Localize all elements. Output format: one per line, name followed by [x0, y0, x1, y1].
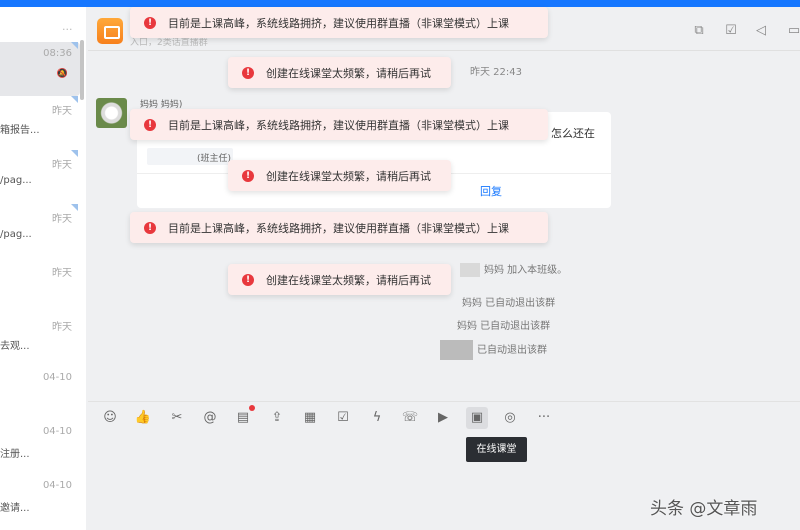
announcement-icon[interactable]: ◁	[753, 23, 769, 39]
error-toast: ! 创建在线课堂太频繁，请稍后再试	[228, 57, 451, 88]
system-message: 妈妈 加入本班级。	[460, 261, 567, 277]
item-time: 04-10	[42, 480, 72, 491]
toast-text: 目前是上课高峰，系统线路拥挤，建议使用群直播（非课堂模式）上课	[168, 16, 509, 30]
system-message: 妈妈 已自动退出该群	[457, 321, 551, 332]
error-icon: !	[242, 66, 254, 79]
error-icon: !	[242, 273, 254, 286]
toolbar-divider	[88, 401, 800, 402]
error-toast: ! 创建在线课堂太频繁，请稍后再试	[228, 160, 451, 191]
checkbox-icon[interactable]: ☑	[334, 409, 352, 427]
school-icon[interactable]: ◎	[501, 409, 519, 427]
item-time: 昨天	[52, 214, 72, 225]
title-bar	[0, 0, 800, 7]
conversation-item[interactable]: 昨天/pag...	[0, 204, 80, 258]
conversation-item[interactable]: 昨天/pag...	[0, 150, 80, 204]
sender-avatar[interactable]	[96, 98, 127, 128]
item-snippet: 去观...	[0, 341, 30, 352]
tooltip: 在线课堂	[466, 437, 527, 462]
more-icon[interactable]: ···	[62, 23, 73, 36]
online-classroom-icon[interactable]: ▣	[466, 407, 488, 429]
error-icon: !	[242, 169, 254, 182]
mute-icon: 🔕	[56, 69, 68, 79]
item-time: 昨天	[52, 106, 72, 117]
toast-text: 创建在线课堂太频繁，请稍后再试	[266, 169, 431, 183]
sidebar-scrollbar[interactable]	[80, 40, 84, 100]
conversation-list: ··· 08:36 🔕 昨天 箱报告... 昨天/pag... 昨天/pag... …	[0, 7, 86, 530]
error-toast: ! 创建在线课堂太频繁，请稍后再试	[228, 264, 451, 295]
more-icon[interactable]: ···	[535, 409, 553, 427]
item-snippet: /pag...	[0, 229, 32, 240]
mention-icon[interactable]: @	[201, 409, 219, 427]
group-avatar[interactable]	[97, 18, 123, 44]
item-snippet: 邀请...	[0, 503, 30, 514]
folder-upload-icon[interactable]: ⇪	[268, 409, 286, 427]
message-time: 昨天 22:43	[470, 67, 522, 78]
watermark: 头条 @文章雨	[650, 499, 758, 519]
system-text: 已自动退出该群	[477, 345, 547, 356]
notification-dot	[249, 405, 255, 411]
live-tv-icon[interactable]: ▶	[434, 409, 452, 427]
item-time: 昨天	[52, 268, 72, 279]
conversation-item[interactable]: 昨天	[0, 258, 80, 312]
calendar-icon[interactable]: ▦	[301, 409, 319, 427]
error-toast: ! 目前是上课高峰，系统线路拥挤，建议使用群直播（非课堂模式）上课	[130, 212, 548, 243]
system-message: 妈妈 已自动退出该群	[462, 298, 556, 309]
header-divider	[88, 50, 800, 51]
item-time: 08:36	[43, 48, 72, 59]
lightning-icon[interactable]: ϟ	[368, 409, 386, 427]
toast-text: 创建在线课堂太频繁，请稍后再试	[266, 66, 431, 80]
task-icon[interactable]: ☑	[723, 23, 739, 39]
toast-text: 创建在线课堂太频繁，请稍后再试	[266, 273, 431, 287]
folder-icon[interactable]: ▭	[786, 23, 800, 39]
error-toast: ! 目前是上课高峰，系统线路拥挤，建议使用群直播（非课堂模式）上课	[130, 7, 548, 38]
system-message: 已自动退出该群	[440, 340, 547, 360]
emoji-icon[interactable]: ☺	[101, 409, 119, 427]
video-icon[interactable]: ⧉	[691, 23, 707, 39]
error-toast: ! 目前是上课高峰，系统线路拥挤，建议使用群直播（非课堂模式）上课	[130, 109, 548, 140]
system-text: 妈妈 加入本班级。	[484, 265, 568, 276]
toast-text: 目前是上课高峰，系统线路拥挤，建议使用群直播（非课堂模式）上课	[168, 221, 509, 235]
role-tag: (班主任)	[147, 148, 233, 165]
toast-text: 目前是上课高峰，系统线路拥挤，建议使用群直播（非课堂模式）上课	[168, 118, 509, 132]
item-time: 昨天	[52, 160, 72, 171]
error-icon: !	[144, 221, 156, 234]
item-time: 04-10	[42, 426, 72, 437]
item-snippet: 箱报告...	[0, 125, 40, 136]
scissors-icon[interactable]: ✂	[168, 409, 186, 427]
message-text: ？怎么还在	[540, 127, 595, 140]
conversation-item[interactable]: 04-10 注册...	[0, 420, 80, 474]
item-snippet: 注册...	[0, 449, 30, 460]
item-snippet: /pag...	[0, 175, 32, 186]
conversation-item[interactable]: 04-10 邀请...	[0, 474, 80, 528]
conversation-item[interactable]: 昨天去观...	[0, 312, 80, 366]
error-icon: !	[144, 16, 156, 29]
thumbs-up-icon[interactable]: 👍	[134, 409, 152, 427]
note-add-icon[interactable]: ▤	[234, 409, 252, 427]
item-time: 04-10	[42, 372, 72, 383]
error-icon: !	[144, 118, 156, 131]
reply-button[interactable]: 回复	[480, 183, 502, 199]
conversation-item[interactable]: 04-10	[0, 366, 80, 420]
conversation-item[interactable]: 昨天箱报告...	[0, 96, 80, 150]
item-time: 昨天	[52, 322, 72, 333]
conversation-item[interactable]: 08:36 🔕	[0, 42, 80, 96]
phone-video-icon[interactable]: ☏	[401, 409, 419, 427]
